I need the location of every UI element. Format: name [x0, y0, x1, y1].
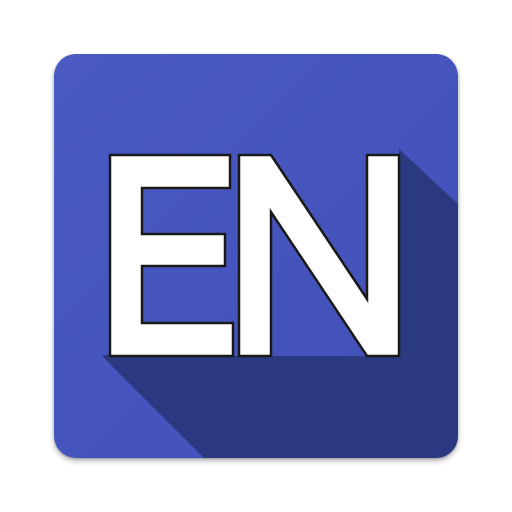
- app-icon-tile[interactable]: EN: [54, 54, 458, 458]
- letter-e-shape: [108, 153, 235, 358]
- app-icon-graphic: EN: [54, 54, 458, 458]
- icon-canvas: EN: [0, 0, 512, 512]
